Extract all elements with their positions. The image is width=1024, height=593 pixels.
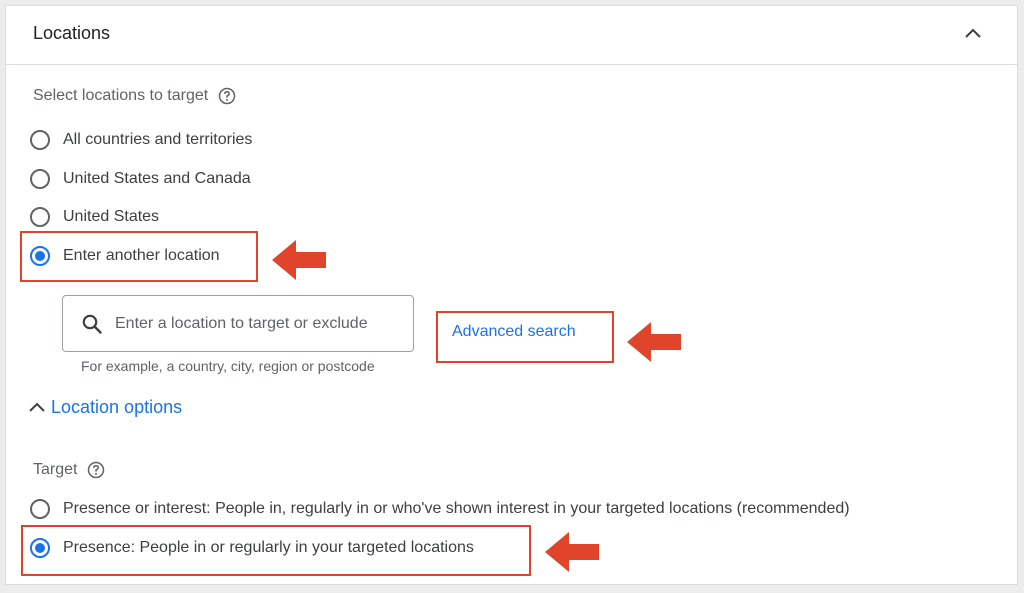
collapse-button[interactable] [961,22,985,46]
search-icon [82,314,102,334]
location-options-toggle[interactable]: Location options [26,396,182,418]
radio-label: All countries and territories [63,131,253,148]
help-icon[interactable] [87,461,105,479]
radio-button[interactable] [30,130,50,150]
radio-button[interactable] [30,169,50,189]
radio-label: United States [63,208,160,225]
radio-option-united-states[interactable]: United States [30,204,159,230]
search-hint: For example, a country, city, region or … [81,358,375,374]
location-options-label: Location options [51,396,183,417]
location-search-box[interactable] [62,295,414,352]
radio-label: United States and Canada [63,170,251,187]
target-label: Target [33,461,105,479]
annotation-box [436,311,614,363]
arrow-left-icon [627,322,681,362]
panel-header[interactable]: Locations [6,6,1017,65]
annotation-box [20,231,258,282]
radio-label: Presence or interest: People in, regular… [63,500,850,517]
arrow-left-icon [272,240,326,280]
help-icon[interactable] [218,87,236,105]
chevron-up-icon [965,28,981,38]
panel-title: Locations [33,23,111,43]
chevron-up-icon [29,402,45,412]
radio-option-us-canada[interactable]: United States and Canada [30,166,251,192]
radio-button[interactable] [30,499,50,519]
target-text: Target [33,461,78,478]
radio-option-presence-or-interest[interactable]: Presence or interest: People in, regular… [30,496,850,522]
select-locations-text: Select locations to target [33,87,209,104]
arrow-left-icon [545,532,599,572]
radio-option-all-countries[interactable]: All countries and territories [30,127,252,153]
annotation-box [21,525,531,576]
select-locations-label: Select locations to target [33,87,236,105]
radio-button[interactable] [30,207,50,227]
location-search-input[interactable] [113,313,407,334]
